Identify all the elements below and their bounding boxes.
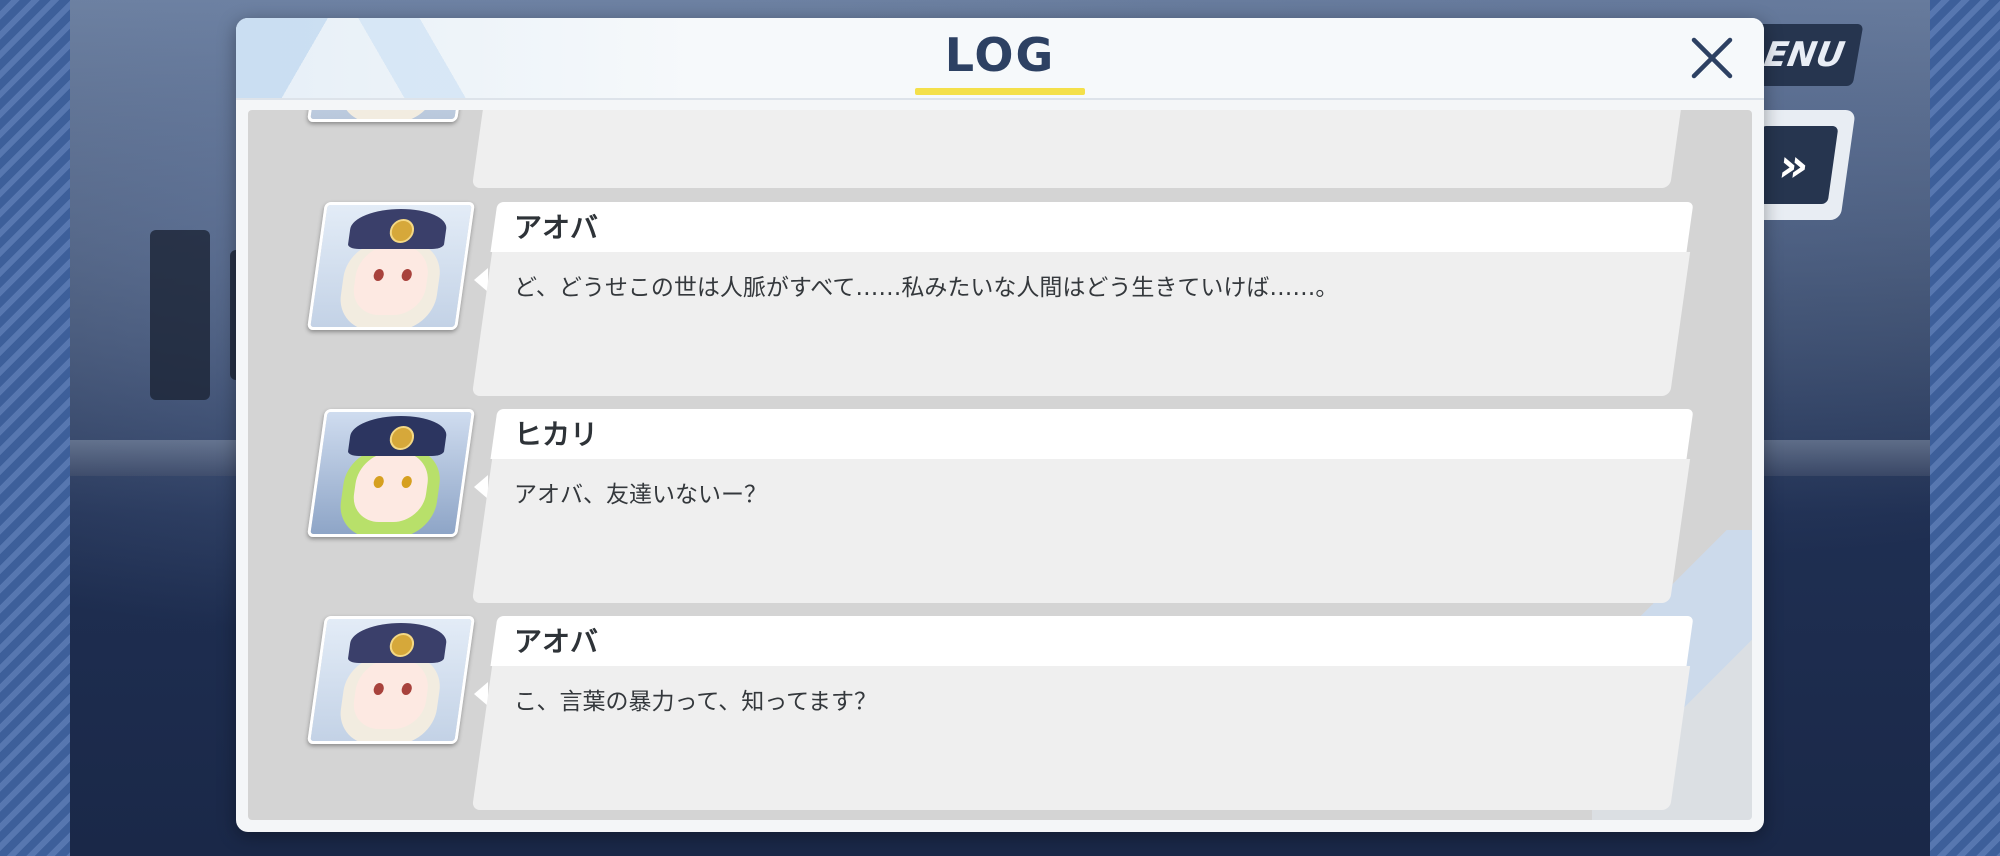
- message-text: こ、言葉の暴力って、知ってます？: [514, 689, 877, 715]
- log-modal-header: LOG: [236, 18, 1764, 100]
- close-icon: [1691, 37, 1733, 79]
- scene-tower: [150, 230, 210, 400]
- message-text: アオバ、友達いないー？: [514, 482, 767, 508]
- close-button[interactable]: [1684, 30, 1740, 86]
- avatar-aoba: [307, 202, 475, 330]
- title-underline: [915, 88, 1085, 95]
- avatar-hikari: [307, 409, 475, 537]
- menu-button-label: ENU: [1761, 35, 1848, 75]
- avatar-aoba: [307, 110, 475, 122]
- log-modal: LOG アオバ ど、どうせこの世は人脈がすべて……私みたいな人間はどう生きていけ…: [236, 18, 1764, 832]
- message-text: ど、どうせこの世は人脈がすべて……私みたいな人間はどう生きていけば……。: [514, 275, 1339, 301]
- speaker-strip: [490, 616, 1694, 666]
- right-border-stripe: [1930, 0, 2000, 856]
- log-entry: アオバ こ、言葉の暴力って、知ってます？: [248, 616, 1752, 816]
- modal-title: LOG: [944, 28, 1056, 82]
- log-list[interactable]: アオバ ど、どうせこの世は人脈がすべて……私みたいな人間はどう生きていけば……。…: [248, 110, 1752, 820]
- log-entry: アオバ ど、どうせこの世は人脈がすべて……私みたいな人間はどう生きていけば……。: [248, 202, 1752, 402]
- speaker-strip: [490, 409, 1694, 459]
- avatar-aoba: [307, 616, 475, 744]
- left-border-stripe: [0, 0, 70, 856]
- message-box: [471, 110, 1691, 188]
- speaker-strip: [490, 202, 1694, 252]
- speaker-name: アオバ: [514, 625, 599, 658]
- speaker-name: ヒカリ: [514, 418, 599, 451]
- log-entry: ヒカリ アオバ、友達いないー？: [248, 409, 1752, 609]
- log-entry: [248, 110, 1752, 194]
- speaker-name: アオバ: [514, 211, 599, 244]
